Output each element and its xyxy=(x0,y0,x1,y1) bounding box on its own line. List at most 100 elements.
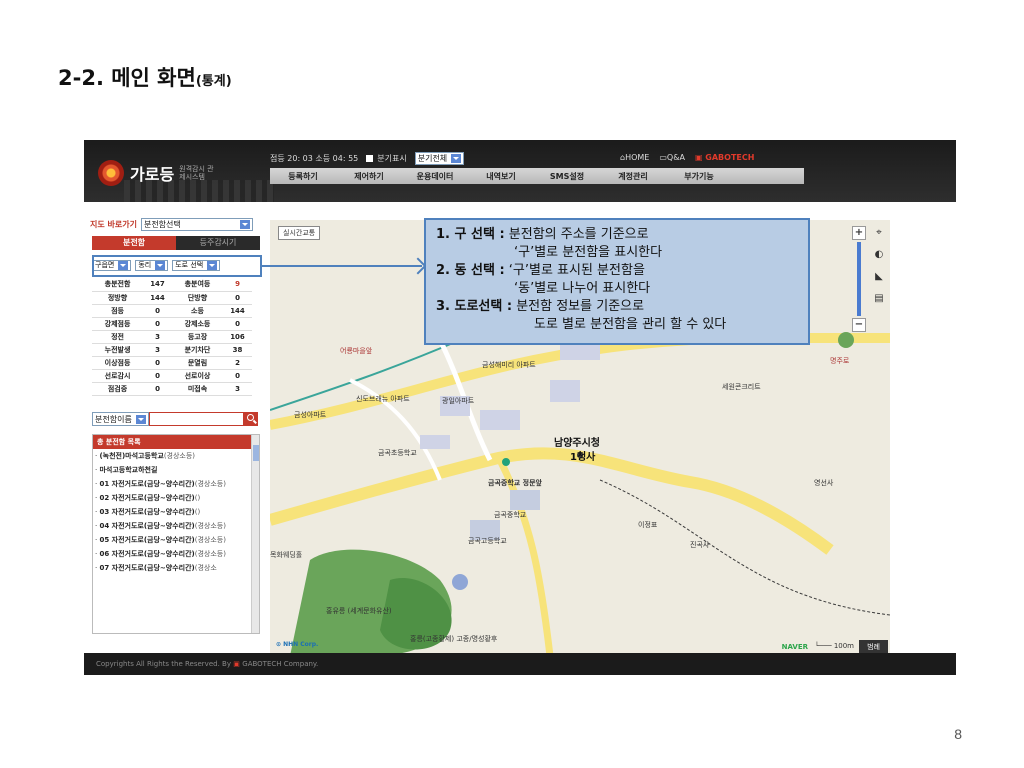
stat-label: 문열림 xyxy=(171,356,224,370)
callout-line4: ‘동’별로 나누어 표시한다 xyxy=(514,281,651,296)
callout-line6: 도로 별로 분전함을 관리 할 수 있다 xyxy=(534,317,727,332)
search-type-select[interactable]: 분전함이름 xyxy=(92,412,149,426)
stat-value[interactable]: 144 xyxy=(143,291,172,305)
stat-label: 선로감시 xyxy=(92,369,144,383)
stat-value[interactable]: 0 xyxy=(143,369,172,383)
zoom-slider[interactable] xyxy=(857,242,861,316)
map-label-middle-school: 금곡중학교 xyxy=(494,511,527,519)
realtime-traffic-button[interactable]: 실시간교통 xyxy=(278,226,321,240)
stat-value[interactable]: 38 xyxy=(223,343,252,357)
list-item[interactable]: · 마석고등학교하천길 xyxy=(93,463,259,477)
map-label-myeongju: 명주로 xyxy=(830,357,850,365)
list-item-name: 06 자전거도로(금당~양수리간) xyxy=(99,550,195,558)
list-item[interactable]: · 01 자전거도로(금당~양수리간)(경상소등) xyxy=(93,477,259,491)
map-label-jingok: 진곡사 xyxy=(690,541,710,549)
list-item-name: 07 자전거도로(금당~양수리간) xyxy=(99,564,195,572)
home-link[interactable]: ⌂HOME xyxy=(620,153,649,162)
stat-value[interactable]: 2 xyxy=(223,356,252,370)
app-footer: Copyrights All Rights the Reserved. By ▣… xyxy=(84,653,956,675)
search-type-value: 분전함이름 xyxy=(95,414,132,424)
list-item[interactable]: · 03 자전거도로(금당~양수리간)() xyxy=(93,505,259,519)
search-input[interactable] xyxy=(148,412,244,426)
measure-icon[interactable]: ◣ xyxy=(875,270,883,284)
stat-label: 점등 xyxy=(92,304,144,318)
stat-value[interactable]: 106 xyxy=(223,330,252,344)
stat-value[interactable]: 147 xyxy=(143,278,172,292)
tab-panel-box[interactable]: 분전함 xyxy=(92,236,176,250)
stat-value[interactable]: 0 xyxy=(223,317,252,331)
stat-value[interactable]: 0 xyxy=(223,291,252,305)
list-item-status: (경상소등) xyxy=(194,550,226,558)
list-item[interactable]: · 05 자전거도로(금당~양수리간)(경상소등) xyxy=(93,533,259,547)
footer-company: GABOTECH Company. xyxy=(242,660,319,668)
stat-label: 단방향 xyxy=(171,291,224,305)
brand-sub: 원격감시 관제시스템 xyxy=(179,165,214,181)
stat-value[interactable]: 9 xyxy=(223,278,252,292)
globe-icon[interactable]: ◐ xyxy=(875,248,884,262)
list-item-name: 마석고등학교하천길 xyxy=(99,466,158,474)
map-goto-select[interactable]: 분전함선택 xyxy=(140,218,253,231)
list-item[interactable]: · 06 자전거도로(금당~양수리간)(경상소등) xyxy=(93,547,259,561)
stat-label: 등고장 xyxy=(171,330,224,344)
stat-label: 이상점등 xyxy=(92,356,144,370)
list-scrollbar[interactable] xyxy=(251,435,259,633)
list-item[interactable]: · (녹천전)마석고등학교(경상소등) xyxy=(93,449,259,463)
stat-value[interactable]: 0 xyxy=(143,356,172,370)
print-icon[interactable]: ▤ xyxy=(874,292,883,306)
branch-select-value: 분기전체 xyxy=(417,154,448,163)
gabotech-link[interactable]: ▣ GABOTECH xyxy=(695,153,755,162)
map-label-tomb2: 홍릉(고종황제) 고종/명성황후 xyxy=(410,635,498,643)
list-item-status: (경상소등) xyxy=(163,452,196,460)
chevron-down-icon xyxy=(135,414,146,424)
map-label-apt4: 광일아파트 xyxy=(442,397,475,405)
nav-sms-settings[interactable]: SMS설정 xyxy=(534,171,600,182)
stat-value[interactable]: 0 xyxy=(223,369,252,383)
stat-value[interactable]: 3 xyxy=(143,330,172,344)
stat-label: 소등 xyxy=(171,304,224,318)
callout-line2: ‘구’별로 분전함을 표시한다 xyxy=(514,245,663,260)
slide-title-main: 2-2. 메인 화면 xyxy=(58,66,196,90)
slide-title-sub: (통계) xyxy=(195,74,232,89)
list-item-status: (경상소 xyxy=(194,564,217,572)
stat-value[interactable]: 0 xyxy=(143,382,172,396)
tab-pole-monitor[interactable]: 등주감시기 xyxy=(176,236,260,250)
map-type-icon[interactable]: ⌖ xyxy=(876,226,882,240)
branch-select[interactable]: 분기전체 xyxy=(414,152,465,165)
stat-value[interactable]: 144 xyxy=(223,304,252,318)
qna-link[interactable]: ▭Q&A xyxy=(659,153,685,162)
nav-register[interactable]: 등록하기 xyxy=(270,171,336,182)
stats-row: 점검중 0 미접속 3 xyxy=(92,382,252,396)
map-label-ijeongpyo: 이정표 xyxy=(638,521,658,529)
map-scale: └─── 100m xyxy=(814,642,854,650)
map-label-tomb: 홍유릉 (세계문화유산) xyxy=(326,607,392,615)
list-item[interactable]: · 04 자전거도로(금당~양수리간)(경상소등) xyxy=(93,519,259,533)
app-header: 가로등 원격감시 관제시스템 점등 20: 03 소등 04: 55 분기표시 … xyxy=(84,140,956,202)
stat-value[interactable]: 3 xyxy=(223,382,252,396)
stat-label: 미접속 xyxy=(171,382,224,396)
stat-value[interactable]: 0 xyxy=(143,304,172,318)
slide-title: 2-2. 메인 화면(통계) xyxy=(58,62,232,92)
nav-control[interactable]: 제어하기 xyxy=(336,171,402,182)
chevron-down-icon xyxy=(451,154,462,163)
lamp-logo-icon xyxy=(98,160,124,186)
zoom-out-button[interactable]: − xyxy=(852,318,866,332)
scrollbar-thumb[interactable] xyxy=(253,445,259,461)
map-label-concrete: 세원콘크리트 xyxy=(722,383,761,391)
list-item-name: (녹천전)마석고등학교 xyxy=(99,452,164,460)
zoom-in-button[interactable]: + xyxy=(852,226,866,240)
list-item[interactable]: · 07 자전거도로(금당~양수리간)(경상소 xyxy=(93,561,259,575)
nav-account[interactable]: 계정관리 xyxy=(600,171,666,182)
branch-toggle-checkbox[interactable] xyxy=(366,155,374,162)
stat-label: 선로이상 xyxy=(171,369,224,383)
stat-value[interactable]: 3 xyxy=(143,343,172,357)
stats-row: 점등 0 소등 144 xyxy=(92,304,252,318)
nav-extras[interactable]: 부가기능 xyxy=(666,171,732,182)
footer-copyright: Copyrights All Rights the Reserved. By xyxy=(96,660,231,668)
nav-operation-data[interactable]: 운용데이터 xyxy=(402,171,468,182)
stat-value[interactable]: 0 xyxy=(143,317,172,331)
list-item[interactable]: · 02 자전거도로(금당~양수리간)() xyxy=(93,491,259,505)
legend-button[interactable]: 범례 xyxy=(859,640,888,654)
nav-history[interactable]: 내역보기 xyxy=(468,171,534,182)
logo[interactable]: 가로등 원격감시 관제시스템 xyxy=(98,160,219,186)
search-icon[interactable] xyxy=(244,412,258,426)
